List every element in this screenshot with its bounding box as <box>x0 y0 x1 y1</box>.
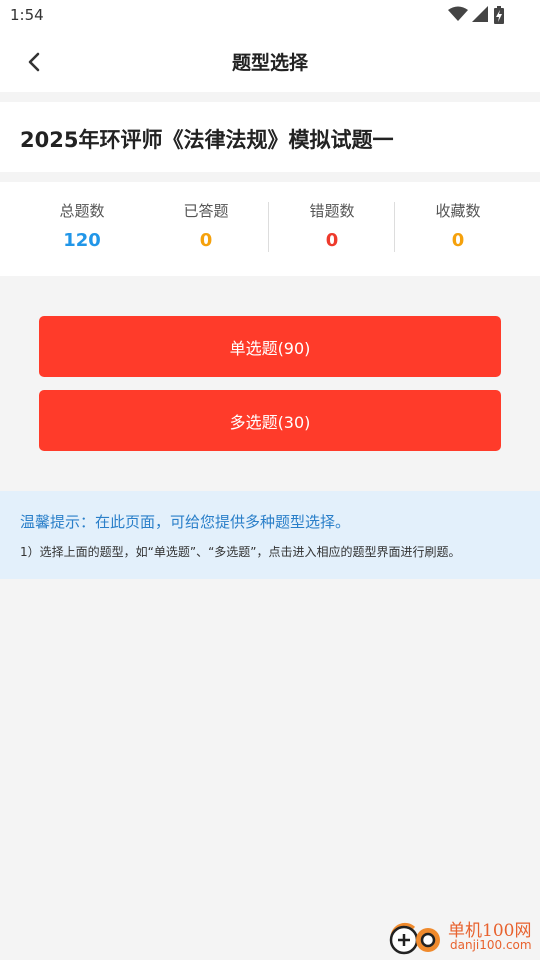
status-bar: 1:54 <box>0 0 540 32</box>
signal-icon <box>472 6 488 22</box>
exam-title-card: 2025年环评师《法律法规》模拟试题一 <box>0 102 540 172</box>
stat-wrong: 错题数 0 <box>272 200 392 252</box>
page-title: 题型选择 <box>231 52 308 74</box>
battery-charging-icon <box>494 6 504 24</box>
tip-box: 温馨提示：在此页面，可给您提供多种题型选择。 1）选择上面的题型，如“单选题”、… <box>0 491 540 579</box>
stat-total-questions: 总题数 120 <box>22 200 142 252</box>
stat-answered: 已答题 0 <box>146 200 266 252</box>
multiple-choice-button[interactable]: 多选题(30) <box>39 390 501 451</box>
stat-divider <box>394 202 395 252</box>
stat-value: 120 <box>63 230 101 251</box>
stat-label: 收藏数 <box>435 202 481 220</box>
stat-value: 0 <box>451 230 465 251</box>
wifi-icon <box>448 6 468 21</box>
status-time: 1:54 <box>10 6 44 24</box>
stat-divider <box>268 202 269 252</box>
watermark: 单机100网 danji100.com <box>386 914 536 958</box>
stat-label: 错题数 <box>309 202 355 220</box>
stat-value: 0 <box>199 230 213 251</box>
nav-bar: 题型选择 <box>0 32 540 92</box>
watermark-url: danji100.com <box>450 938 532 952</box>
tip-text: 1）选择上面的题型，如“单选题”、“多选题”，点击进入相应的题型界面进行刷题。 <box>20 545 461 559</box>
stats-card: 总题数 120 已答题 0 错题数 0 收藏数 0 <box>0 182 540 276</box>
stat-favorites: 收藏数 0 <box>398 200 518 252</box>
stat-value: 0 <box>325 230 339 251</box>
stat-label: 已答题 <box>183 202 229 220</box>
tip-title: 温馨提示：在此页面，可给您提供多种题型选择。 <box>20 513 351 531</box>
single-choice-button[interactable]: 单选题(90) <box>39 316 501 377</box>
stat-label: 总题数 <box>59 202 105 220</box>
exam-title: 2025年环评师《法律法规》模拟试题一 <box>20 128 394 152</box>
watermark-logo-icon <box>389 922 440 955</box>
